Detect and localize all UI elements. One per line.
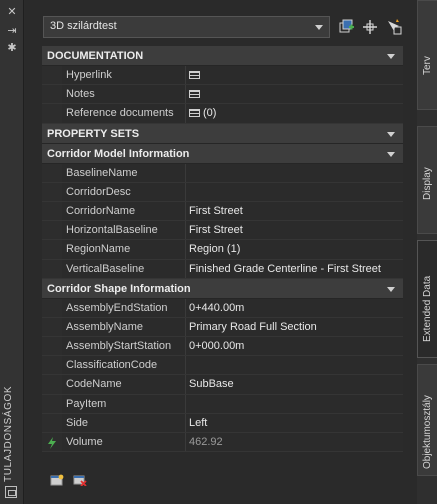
property-value[interactable]: Primary Road Full Section (186, 317, 403, 337)
property-row[interactable]: CorridorDesc (42, 182, 403, 202)
chevron-down-icon (315, 25, 323, 30)
property-name: HorizontalBaseline (62, 221, 186, 240)
property-name: ClassificationCode (62, 356, 186, 375)
property-name: Reference documents (62, 104, 186, 123)
property-value[interactable]: First Street (186, 201, 403, 221)
properties-palette: 3D szilárdtest DOCUMENTATION Hyperlink N… (25, 0, 417, 504)
property-name: CorridorName (62, 201, 186, 221)
property-row[interactable]: ClassificationCode (42, 356, 403, 376)
property-value[interactable]: 0+440.00m (186, 298, 403, 317)
property-grid: DOCUMENTATION Hyperlink Notes Reference … (42, 46, 403, 453)
tab-terv[interactable]: Terv (417, 0, 437, 110)
category-property-sets[interactable]: PROPERTY SETS (42, 123, 403, 144)
close-icon[interactable]: ✕ (5, 5, 19, 19)
category-label: PROPERTY SETS (47, 127, 140, 140)
property-row[interactable]: PayItem (42, 394, 403, 414)
property-row[interactable]: Volume 462.92 (42, 433, 403, 453)
tab-display[interactable]: Display (417, 126, 437, 234)
list-icon[interactable] (189, 71, 200, 79)
property-row[interactable]: Reference documents (0) (42, 104, 403, 124)
property-name: RegionName (62, 240, 186, 259)
property-name: BaselineName (62, 163, 186, 182)
property-value[interactable]: Region (1) (186, 240, 403, 259)
list-icon[interactable] (189, 109, 200, 118)
tab-extended-data[interactable]: Extended Data (417, 240, 437, 358)
property-name: AssemblyStartStation (62, 337, 186, 356)
property-value[interactable] (186, 394, 403, 413)
object-type-value: 3D szilárdtest (50, 20, 117, 32)
category-label: DOCUMENTATION (47, 50, 144, 62)
property-value[interactable]: SubBase (186, 375, 403, 394)
palette-tabs: Terv Display Extended Data Objektumosztá… (417, 0, 437, 504)
property-name: Hyperlink (62, 66, 186, 85)
formula-icon (48, 437, 56, 449)
property-row[interactable]: AssemblyName Primary Road Full Section (42, 317, 403, 338)
property-name: AssemblyEndStation (62, 298, 186, 317)
property-name: CorridorDesc (62, 182, 186, 201)
property-value[interactable] (186, 85, 403, 104)
property-row[interactable]: CodeName SubBase (42, 375, 403, 395)
pickadd-toggle-icon[interactable] (385, 18, 403, 36)
autohide-icon[interactable]: ⇥ (5, 24, 19, 38)
property-value: 462.92 (186, 433, 403, 452)
property-name: PayItem (62, 394, 186, 413)
property-row[interactable]: Notes (42, 85, 403, 105)
remove-property-set-icon[interactable] (73, 474, 87, 486)
property-name: AssemblyName (62, 317, 186, 337)
property-value[interactable] (186, 182, 403, 201)
palette-title-bar[interactable]: ✕ ⇥ ✱ TULAJDONSÁGOK (0, 0, 24, 504)
property-name: Side (62, 413, 186, 432)
property-name: Notes (62, 85, 186, 104)
property-value[interactable]: Left (186, 413, 403, 432)
property-row[interactable]: Hyperlink (42, 66, 403, 86)
tab-objektumosztaly[interactable]: Objektumosztály (417, 364, 437, 476)
collapse-icon[interactable] (387, 54, 395, 59)
quick-select-icon[interactable] (338, 18, 356, 36)
property-row[interactable]: CorridorName First Street (42, 201, 403, 222)
category-label: Corridor Model Information (47, 147, 190, 160)
property-value[interactable] (186, 356, 403, 375)
property-name: Volume (62, 433, 186, 452)
property-value[interactable]: 0+000.00m (186, 337, 403, 356)
property-row[interactable]: Side Left (42, 413, 403, 433)
property-value[interactable] (186, 66, 403, 85)
category-corridor-shape[interactable]: Corridor Shape Information (42, 278, 403, 299)
property-row[interactable]: HorizontalBaseline First Street (42, 221, 403, 241)
property-value[interactable]: Finished Grade Centerline - First Street (186, 259, 403, 278)
properties-icon[interactable]: ✱ (5, 41, 19, 55)
category-label: Corridor Shape Information (47, 282, 191, 295)
property-row[interactable]: AssemblyEndStation 0+440.00m (42, 298, 403, 318)
property-row[interactable]: AssemblyStartStation 0+000.00m (42, 337, 403, 357)
property-row[interactable]: BaselineName (42, 163, 403, 183)
palette-menu-icon[interactable] (5, 486, 17, 498)
select-objects-icon[interactable] (361, 18, 379, 36)
collapse-icon[interactable] (387, 286, 395, 292)
property-name: CodeName (62, 375, 186, 394)
property-row[interactable]: RegionName Region (1) (42, 240, 403, 260)
property-row[interactable]: VerticalBaseline Finished Grade Centerlin… (42, 259, 403, 279)
list-icon[interactable] (189, 90, 200, 99)
property-value[interactable] (186, 163, 403, 182)
property-name: VerticalBaseline (62, 259, 186, 278)
collapse-icon[interactable] (387, 131, 395, 137)
property-value[interactable]: First Street (186, 221, 403, 240)
property-value[interactable]: (0) (186, 104, 403, 123)
collapse-icon[interactable] (387, 151, 395, 157)
object-type-dropdown[interactable]: 3D szilárdtest (43, 16, 330, 38)
category-documentation[interactable]: DOCUMENTATION (42, 46, 403, 66)
category-corridor-model[interactable]: Corridor Model Information (42, 143, 403, 164)
add-property-set-icon[interactable] (50, 474, 64, 486)
